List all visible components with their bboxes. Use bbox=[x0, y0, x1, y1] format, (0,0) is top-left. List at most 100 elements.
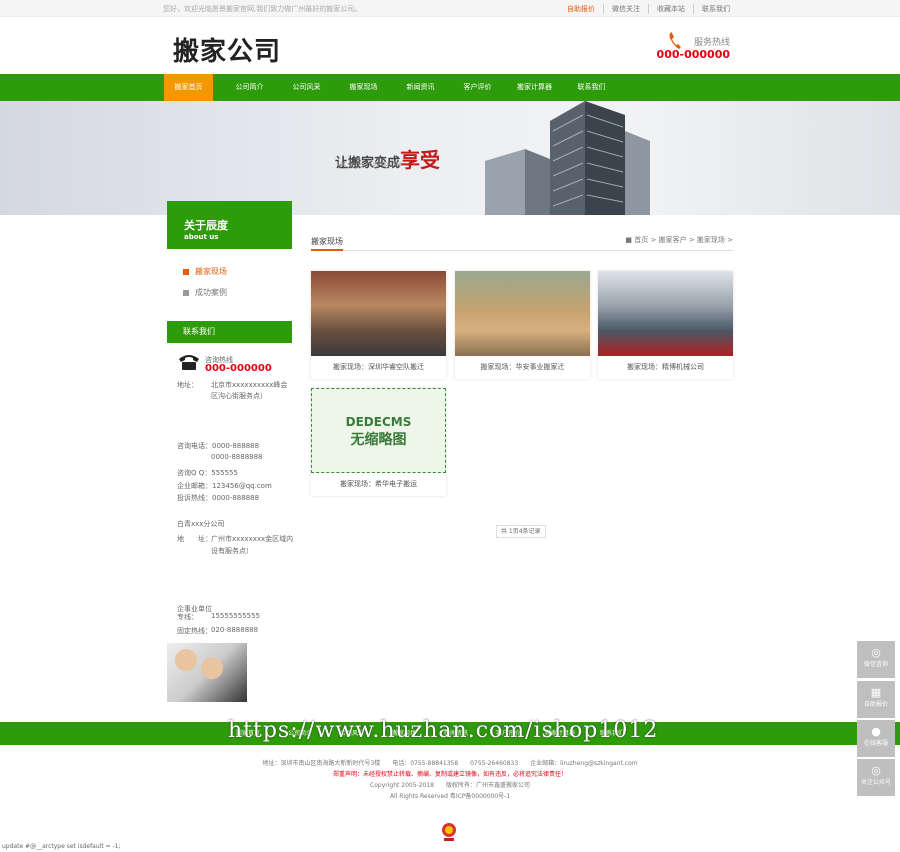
chat-icon: ◎ bbox=[871, 646, 881, 659]
addr-label: 地址： bbox=[177, 381, 198, 389]
footer-copyright: Copyright 2005-2018 版权所有：广州市鑫盛搬家公司 bbox=[370, 782, 530, 789]
top-link-favorite[interactable]: 收藏本站 bbox=[648, 4, 693, 14]
mobile-number: 15555555555 bbox=[211, 612, 260, 620]
top-bar: 您好，欢迎光临愿景搬家官网,我们致力做广州最好的搬家公司。 自助报价 微信关注 … bbox=[0, 0, 900, 17]
consult-number: 000-000000 bbox=[205, 363, 272, 374]
sidebar-item-label: 成功案例 bbox=[195, 288, 227, 297]
branch-addr-1: 广州市xxxxxxxx金区域内 bbox=[211, 535, 294, 543]
breadcrumb[interactable]: ■ 首页 > 搬家客户 > 搬家现场 > bbox=[625, 235, 733, 245]
footer-info: 地址：深圳市南山区南海路大新新时代号3楼 电话：0755-88841358 07… bbox=[0, 758, 900, 802]
agent-avatar bbox=[175, 649, 197, 671]
sidebar-title-en: about us bbox=[184, 233, 219, 241]
hero-banner: 让搬家变成享受 Let enjoy moving into bbox=[0, 101, 900, 215]
debug-sql-text: update #@__arctype set isdefault = -1; bbox=[2, 843, 121, 850]
fixed-number: 020-8888888 bbox=[211, 626, 259, 634]
email-line: 企业邮箱：123456@qq.com bbox=[177, 482, 272, 490]
police-badge-icon[interactable] bbox=[441, 822, 457, 842]
sidebar-item-scene[interactable]: 搬家现场 bbox=[183, 261, 292, 282]
telephone-icon bbox=[179, 355, 199, 370]
home-icon: ■ bbox=[625, 236, 633, 244]
footer-warning: 郑重声明：未经授权禁止转载、摘编、复制或建立镜像，如有违反，必将追究法律责任！ bbox=[332, 771, 567, 778]
welcome-text: 您好，欢迎光临愿景搬家官网,我们致力做广州最好的搬家公司。 bbox=[163, 5, 362, 13]
sidebar-title-cn: 关于辰度 bbox=[184, 219, 228, 232]
banner-slogan: 让搬家变成享受 bbox=[335, 144, 440, 173]
top-link-wechat[interactable]: 微信关注 bbox=[603, 4, 648, 14]
tel-line-2: 0000-8888888 bbox=[211, 453, 263, 461]
site-logo[interactable]: 搬家公司 bbox=[173, 31, 281, 68]
section-title: 搬家现场 bbox=[311, 237, 343, 246]
main-nav: 搬家首页 公司简介 公司风采 搬家现场 新闻资讯 客户评价 搬家计算器 联系我们 bbox=[0, 74, 900, 101]
nav-item-scene[interactable]: 搬家现场 bbox=[335, 74, 392, 101]
footer-address: 地址：深圳市南山区南海路大新新时代号3楼 电话：0755-88841358 07… bbox=[262, 760, 638, 767]
section-divider-accent bbox=[311, 249, 343, 251]
float-label: 自助报价 bbox=[863, 701, 888, 708]
nav-item-about[interactable]: 公司简介 bbox=[221, 74, 278, 101]
scene-card[interactable]: 搬家现场：深圳华睿空队搬迁 bbox=[311, 271, 446, 379]
hotline-label: 服务热线 bbox=[693, 38, 730, 48]
bullet-icon bbox=[183, 268, 189, 275]
scene-caption[interactable]: 搬家现场：华安事业搬家迁 bbox=[455, 356, 590, 379]
float-label: 在线客服 bbox=[863, 740, 888, 747]
hotline: 服务热线 000-000000 bbox=[657, 35, 730, 61]
scene-photo bbox=[455, 271, 590, 356]
breadcrumb-text: 首页 > 搬家客户 > 搬家现场 > bbox=[634, 236, 733, 244]
chat-icon: ◎ bbox=[871, 764, 881, 777]
nav-item-home[interactable]: 搬家首页 bbox=[164, 74, 213, 101]
agent-avatar bbox=[201, 657, 223, 679]
banner-slogan-b: 享受 bbox=[400, 148, 441, 172]
header: 搬家公司 服务热线 000-000000 bbox=[0, 17, 900, 74]
building-illustration bbox=[485, 101, 650, 215]
sidebar-item-label: 搬家现场 bbox=[195, 267, 227, 276]
branch-addr-2: 设有服务点） bbox=[211, 547, 253, 555]
float-self-quote[interactable]: ▦ 自助报价 bbox=[857, 681, 895, 718]
contact-title: 联系我们 bbox=[167, 321, 292, 343]
mobile-label: 专线： bbox=[177, 613, 198, 621]
bullet-icon bbox=[183, 289, 189, 296]
noimg-line-2: 无缩略图 bbox=[350, 432, 407, 448]
scene-card[interactable]: 搬家现场：精博机械公司 bbox=[598, 271, 733, 379]
top-link-quote[interactable]: 自助报价 bbox=[559, 4, 603, 14]
sidebar-title: 关于辰度 about us bbox=[167, 201, 292, 249]
sidebar: 关于辰度 about us 搬家现场 成功案例 bbox=[167, 201, 292, 311]
banner-slogan-en: Let enjoy moving into bbox=[337, 161, 403, 168]
footer-icp[interactable]: All Rights Reserved 粤ICP备0000000号-1 bbox=[0, 791, 900, 802]
float-label: 微信咨询 bbox=[863, 661, 888, 668]
top-links: 自助报价 微信关注 收藏本站 联系我们 bbox=[559, 4, 738, 14]
float-wechat-consult[interactable]: ◎ 微信咨询 bbox=[857, 641, 895, 678]
tel-line: 咨询电话：0000-888888 bbox=[177, 442, 260, 450]
scene-card[interactable]: DEDECMS 无缩略图 搬家现场：希华电子搬运 bbox=[311, 388, 446, 496]
customer-service-image bbox=[167, 643, 247, 702]
sidebar-item-cases[interactable]: 成功案例 bbox=[183, 282, 292, 303]
scene-caption[interactable]: 搬家现场：精博机械公司 bbox=[598, 356, 733, 379]
nav-item-news[interactable]: 新闻资讯 bbox=[392, 74, 449, 101]
nav-item-reviews[interactable]: 客户评价 bbox=[449, 74, 506, 101]
scene-photo bbox=[311, 271, 446, 356]
sidebar-contact: 联系我们 咨询热线 000-000000 地址： 北京市xxxxxxxxxx峰会… bbox=[167, 321, 294, 702]
float-follow-account[interactable]: ◎ 关注公众号 bbox=[857, 759, 895, 796]
nav-item-style[interactable]: 公司风采 bbox=[278, 74, 335, 101]
float-online-service[interactable]: ● 在线客服 bbox=[857, 720, 895, 757]
scene-card[interactable]: 搬家现场：华安事业搬家迁 bbox=[455, 271, 590, 379]
pagination: 共 1页4条记录 bbox=[496, 525, 546, 538]
nav-item-calculator[interactable]: 搬家计算器 bbox=[506, 74, 563, 101]
watermark-text: https://www.huzhan.com/ishop1012 bbox=[228, 718, 659, 743]
scene-caption[interactable]: 搬家现场：希华电子搬运 bbox=[311, 473, 446, 496]
addr-line-1: 北京市xxxxxxxxxx峰会 bbox=[211, 381, 288, 389]
branch-name: 白青xxx分公司 bbox=[177, 520, 225, 528]
branch-addr-label: 地 址： bbox=[177, 535, 212, 543]
float-label: 关注公众号 bbox=[860, 779, 891, 786]
scene-photo bbox=[598, 271, 733, 356]
nav-item-contact[interactable]: 联系我们 bbox=[563, 74, 620, 101]
sidebar-list: 搬家现场 成功案例 bbox=[167, 249, 292, 311]
top-link-contact[interactable]: 联系我们 bbox=[693, 4, 738, 14]
qq-line: 咨询Q Q：555555 bbox=[177, 469, 238, 477]
complaint-line: 投诉热线：0000-888888 bbox=[177, 494, 260, 502]
scene-caption[interactable]: 搬家现场：深圳华睿空队搬迁 bbox=[311, 356, 446, 379]
noimg-line-1: DEDECMS bbox=[345, 415, 412, 429]
no-thumbnail-placeholder: DEDECMS 无缩略图 bbox=[311, 388, 446, 473]
calculator-icon: ▦ bbox=[870, 686, 882, 699]
section-divider bbox=[311, 250, 733, 251]
support-icon: ● bbox=[871, 725, 881, 738]
fixed-label: 固定热线： bbox=[177, 627, 212, 635]
addr-line-2: 区沟心街服务点） bbox=[211, 392, 267, 400]
